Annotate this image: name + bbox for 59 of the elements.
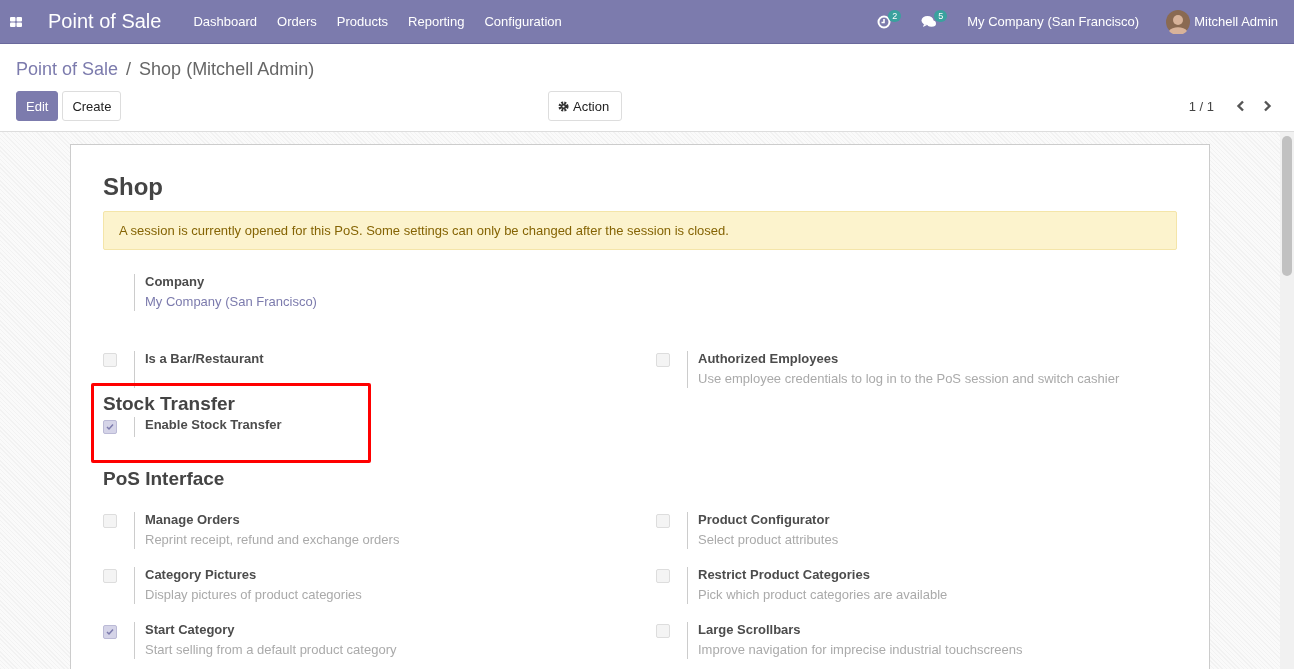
setting-description: Display pictures of product categories	[145, 587, 362, 602]
app-title: Point of Sale	[48, 10, 162, 33]
setting-label: Is a Bar/Restaurant	[145, 351, 264, 366]
setting-description: Pick which product categories are available	[698, 587, 948, 602]
check-icon	[106, 628, 114, 636]
setting-label: Authorized Employees	[698, 351, 840, 366]
message-count: 5	[934, 9, 948, 22]
edit-button[interactable]: Edit	[16, 91, 59, 121]
chat-icon[interactable]	[921, 14, 938, 29]
setting-description: Start selling from a default product category	[145, 642, 397, 657]
breadcrumb-separator: /	[126, 58, 132, 80]
user-menu[interactable]: Mitchell Admin	[1194, 14, 1278, 29]
setting-label: Large Scrollbars	[698, 622, 802, 637]
setting-label: Enable Stock Transfer	[145, 417, 282, 432]
breadcrumb-link[interactable]: Point of Sale	[16, 58, 119, 80]
section-title: PoS Interface	[103, 467, 226, 491]
avatar-icon[interactable]	[1166, 9, 1191, 34]
create-button[interactable]: Create	[62, 91, 122, 121]
checkbox[interactable]	[103, 420, 117, 434]
checkbox[interactable]	[656, 514, 670, 528]
scrollbar-thumb[interactable]	[1282, 136, 1292, 276]
setting-description: Improve navigation for imprecise industrial touchscreens	[698, 642, 1023, 657]
menu-item[interactable]: Products	[326, 14, 399, 29]
checkbox[interactable]	[656, 624, 670, 638]
gear-icon	[558, 100, 569, 112]
pager-value: 1 / 1	[1188, 98, 1214, 114]
checkbox[interactable]	[656, 353, 670, 367]
checkbox[interactable]	[103, 353, 117, 367]
check-icon	[106, 423, 114, 431]
activity-count: 2	[888, 9, 902, 22]
setting-label: Product Configurator	[698, 512, 831, 527]
setting-label: Manage Orders	[145, 512, 241, 527]
company-link[interactable]: My Company (San Francisco)	[145, 294, 317, 309]
record-title: Shop	[103, 173, 164, 201]
scrollbar[interactable]	[1280, 132, 1294, 669]
menu-item[interactable]: Orders	[267, 14, 327, 29]
clock-icon[interactable]	[877, 14, 892, 29]
warning-alert: A session is currently opened for this PoS. Some settings can only be changed after the session is closed.	[103, 211, 1177, 250]
setting-label: Category Pictures	[145, 567, 258, 582]
setting-description: Use employee credentials to log in to the PoS session and switch cashier	[698, 371, 1120, 386]
menu-item[interactable]: Configuration	[474, 14, 572, 29]
menu-item[interactable]: Reporting	[398, 14, 475, 29]
checkbox[interactable]	[103, 569, 117, 583]
apps-menu-icon[interactable]	[10, 16, 22, 27]
setting-label: Restrict Product Categories	[698, 567, 871, 582]
setting-label: Start Category	[145, 622, 236, 637]
menu-item[interactable]: Dashboard	[183, 14, 268, 29]
setting-description: Select product attributes	[698, 532, 839, 547]
setting-label: Company	[145, 274, 206, 289]
checkbox[interactable]	[103, 625, 117, 639]
checkbox[interactable]	[103, 514, 117, 528]
action-button[interactable]: Action	[548, 91, 623, 121]
checkbox[interactable]	[656, 569, 670, 583]
next-icon[interactable]	[1262, 100, 1272, 112]
company-switcher[interactable]: My Company (San Francisco)	[967, 14, 1140, 29]
setting-description: Reprint receipt, refund and exchange orders	[145, 532, 400, 547]
section-title: Stock Transfer	[103, 392, 236, 416]
previous-icon[interactable]	[1236, 100, 1246, 112]
breadcrumb-current: Shop (Mitchell Admin)	[139, 58, 315, 80]
